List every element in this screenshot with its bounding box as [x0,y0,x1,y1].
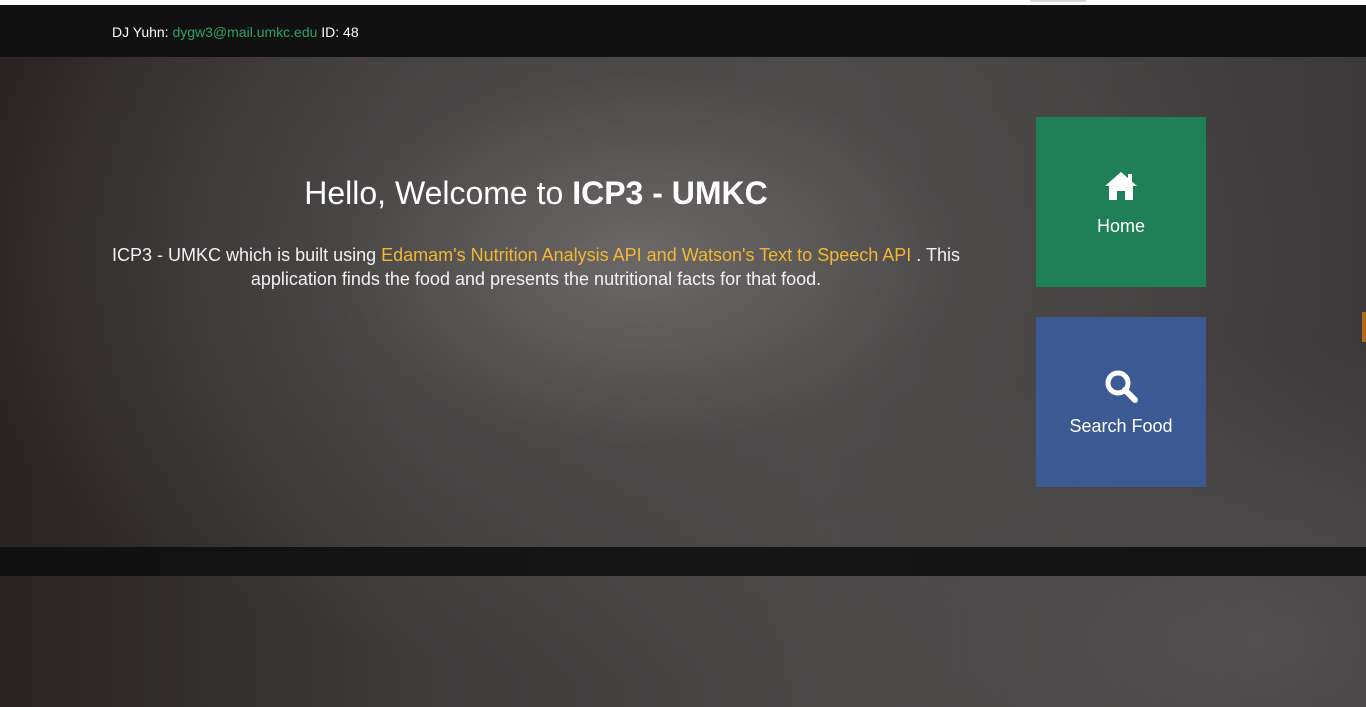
page-title: Hello, Welcome to ICP3 - UMKC [0,175,1072,212]
user-id: ID: 48 [321,24,359,40]
search-icon [1105,370,1138,403]
home-tile-label: Home [1096,215,1145,236]
hero-description: ICP3 - UMKC which is built using Edamam'… [110,243,962,291]
title-prefix: Hello, Welcome to [304,175,573,211]
search-food-tile-label: Search Food [1069,415,1173,436]
lower-background [0,576,1366,707]
page: DJ Yuhn: dygw3@mail.umkc.edu ID: 48 Hell… [0,0,1366,707]
user-email-link[interactable]: dygw3@mail.umkc.edu [172,24,317,40]
description-intro: ICP3 - UMKC which is built using [112,245,382,265]
home-icon [1105,171,1137,200]
user-info: DJ Yuhn: dygw3@mail.umkc.edu ID: 48 [112,24,359,40]
top-header: DJ Yuhn: dygw3@mail.umkc.edu ID: 48 [0,5,1366,57]
hero-section: Hello, Welcome to ICP3 - UMKC ICP3 - UMK… [0,57,1366,547]
title-brand: ICP3 - UMKC [572,175,768,211]
search-food-tile-button[interactable]: Search Food [1036,317,1206,487]
footer-bar [0,547,1366,576]
user-name: DJ Yuhn: [112,24,169,40]
browser-tab-hint [1030,0,1086,2]
api-link[interactable]: Edamam's Nutrition Analysis API and Wats… [381,245,911,265]
scrollbar-marker [1362,312,1366,342]
home-tile-button[interactable]: Home [1036,117,1206,287]
